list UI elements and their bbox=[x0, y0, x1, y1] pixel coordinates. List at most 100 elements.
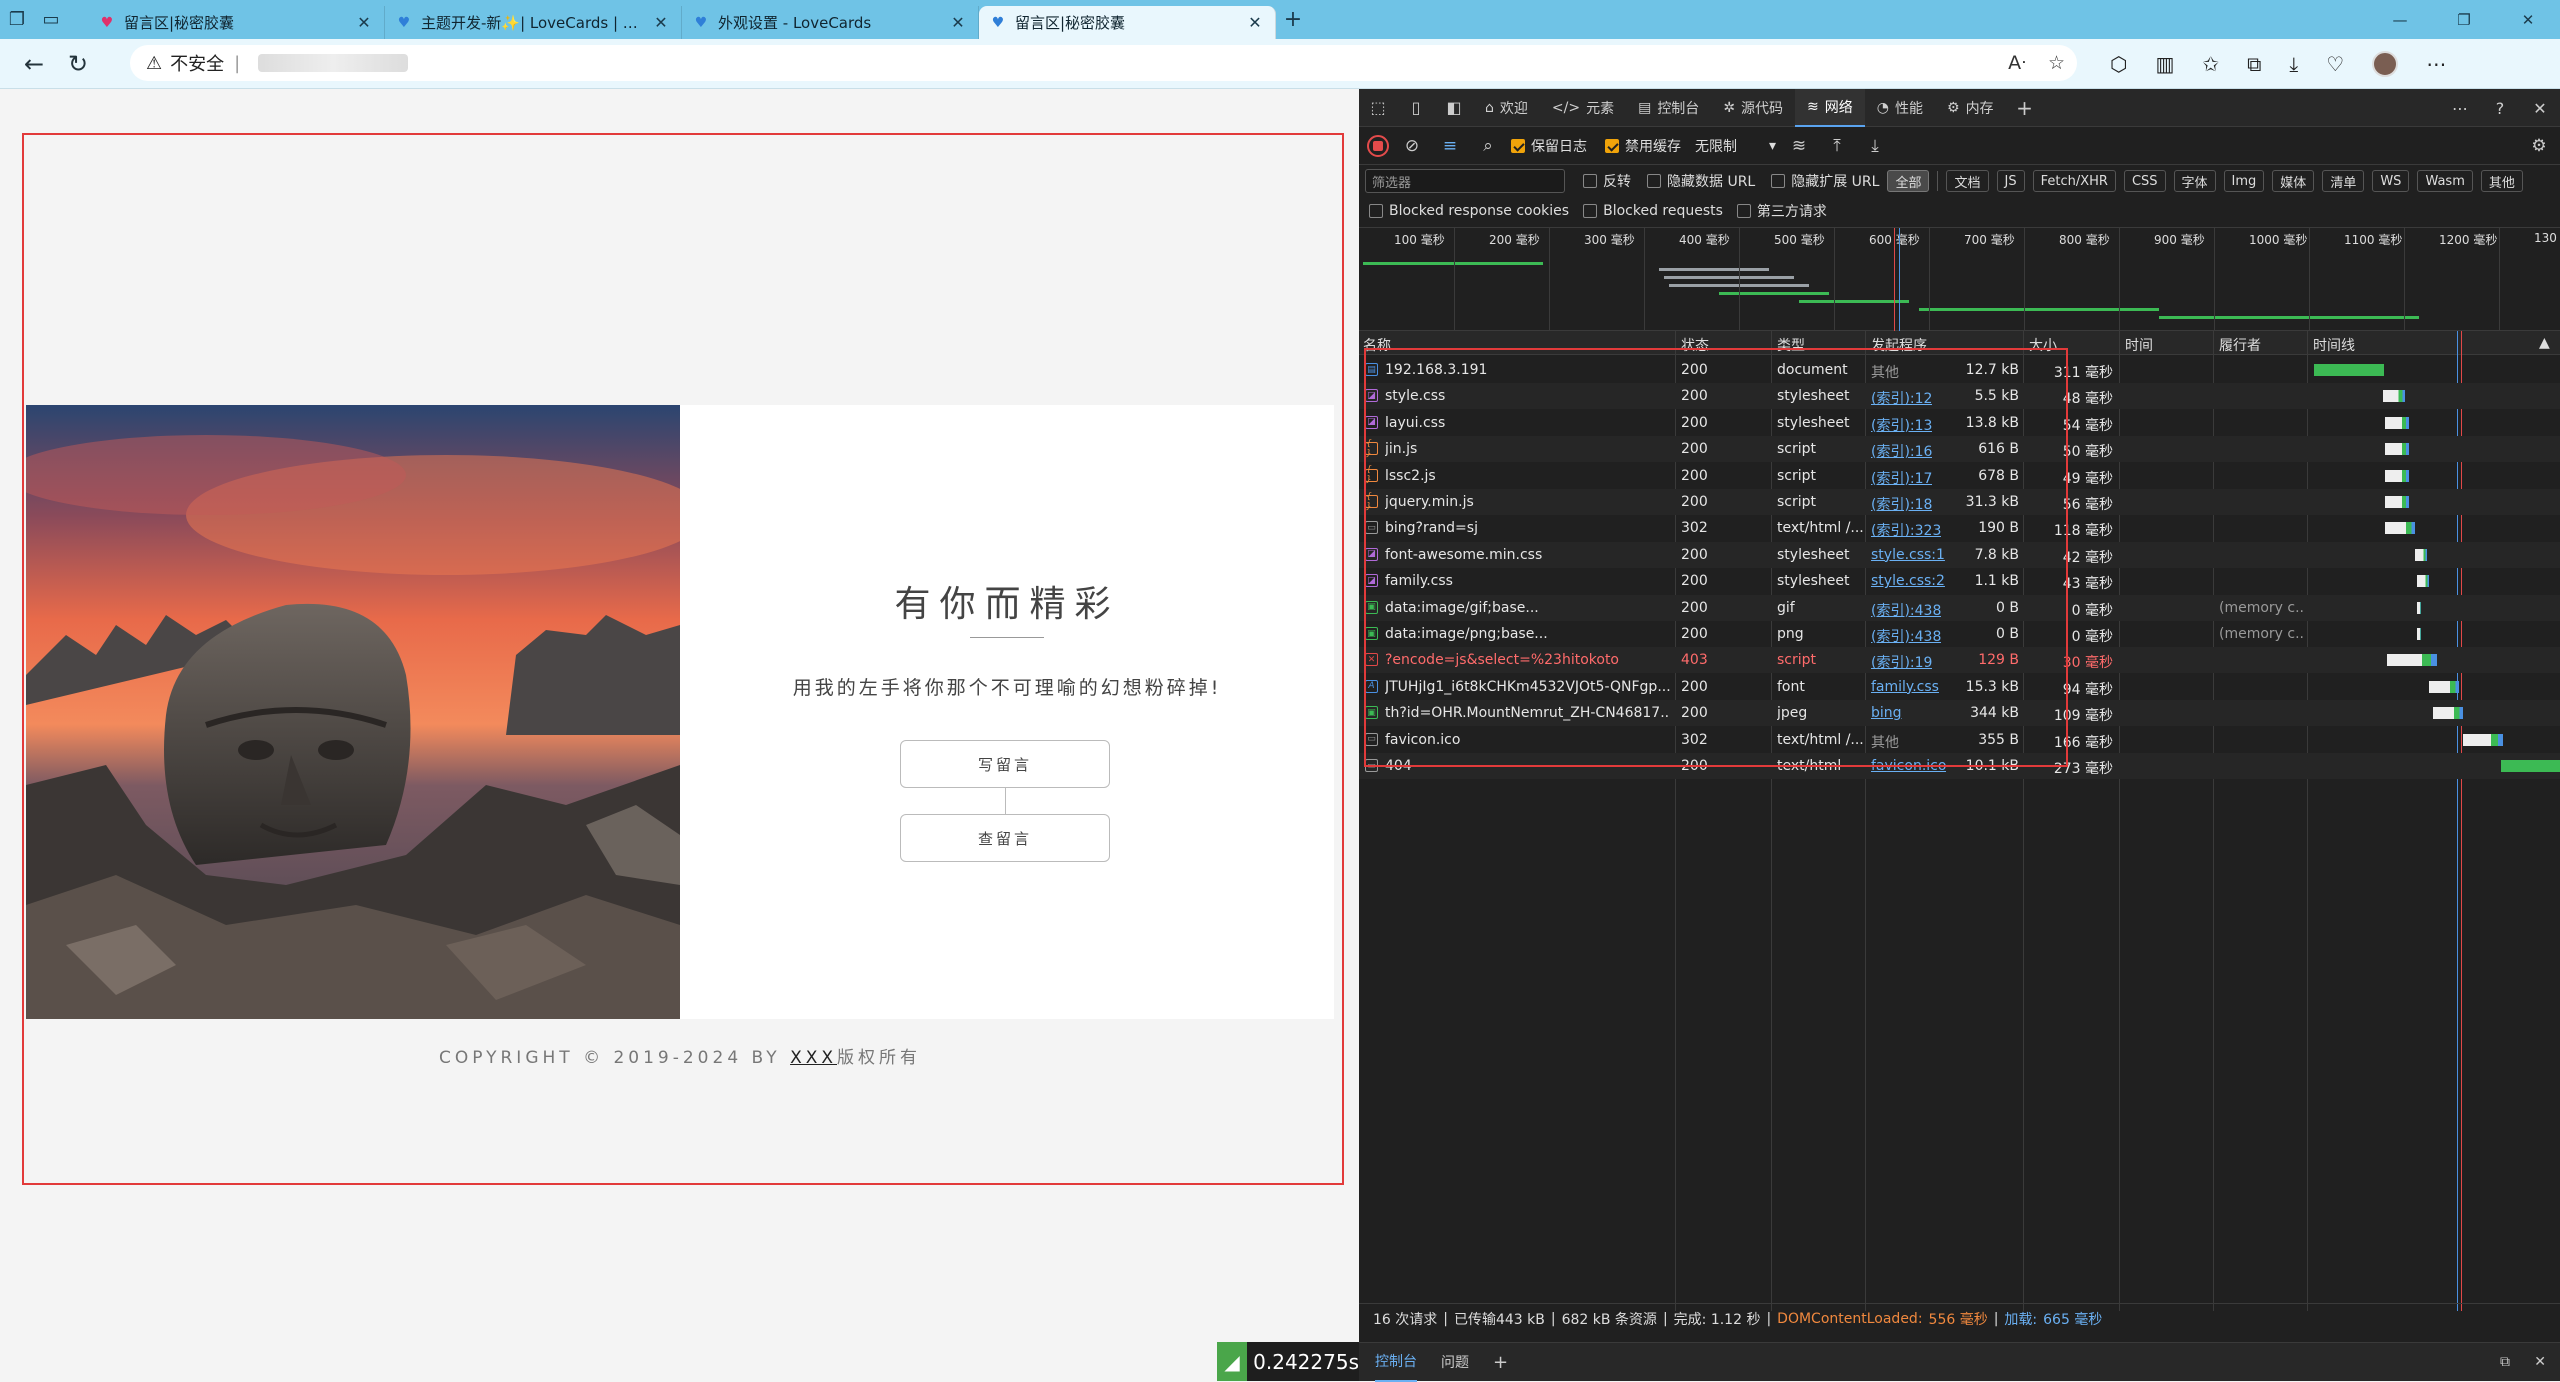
timeline-overview[interactable]: 100 毫秒 200 毫秒 300 毫秒 400 毫秒 500 毫秒 600 毫秒 700 … bbox=[1359, 227, 2560, 332]
col-waterfall[interactable]: 时间线 bbox=[2313, 335, 2355, 355]
performance-icon[interactable]: ♡ bbox=[2326, 52, 2344, 76]
timeline-tick-label: 300 毫秒 bbox=[1584, 233, 1635, 247]
close-tab-icon[interactable]: ✕ bbox=[1245, 13, 1265, 32]
checkbox-checked-icon bbox=[1511, 138, 1525, 153]
col-time[interactable]: 时间 bbox=[2125, 335, 2153, 355]
throttle-select[interactable]: 无限制 ▾ bbox=[1695, 136, 1776, 156]
back-icon[interactable]: ← bbox=[12, 39, 56, 89]
drawer-add-icon[interactable]: + bbox=[1493, 1352, 1508, 1373]
browser-tab-2[interactable]: ♥ 主题开发-新✨| LoveCards | 文档 ✕ bbox=[385, 6, 682, 39]
chip-wasm[interactable]: Wasm bbox=[2417, 170, 2473, 192]
new-tab-icon[interactable]: + bbox=[1276, 0, 1310, 39]
browser-tab-4-active[interactable]: ♥ 留言区|秘密胶囊 ✕ bbox=[979, 6, 1276, 39]
col-fulfilled[interactable]: 履行者 bbox=[2219, 335, 2261, 355]
tab-welcome[interactable]: ⌂ 欢迎 bbox=[1473, 89, 1540, 127]
load-label: 加载: bbox=[2004, 1311, 2038, 1328]
tab-sources[interactable]: ✲ 源代码 bbox=[1711, 89, 1795, 127]
dock-drawer-icon[interactable]: ⧉ bbox=[2500, 1354, 2510, 1370]
tab-memory[interactable]: ⚙ 内存 bbox=[1935, 89, 2006, 127]
close-drawer-icon[interactable]: ✕ bbox=[2534, 1354, 2546, 1370]
devtools-tabs: ⬚ ▯ ◧ ⌂ 欢迎 </> 元素 ▤ 控制台 ✲ 源代码 ≋ 网络 ◔ 性能 ⚙ 内存 + … bbox=[1359, 88, 2560, 127]
waterfall-bar bbox=[2463, 733, 2503, 746]
close-devtools-icon[interactable]: ✕ bbox=[2520, 89, 2560, 127]
tab-elements[interactable]: </> 元素 bbox=[1540, 89, 1626, 127]
close-window-icon[interactable]: ✕ bbox=[2496, 0, 2560, 39]
filter-input[interactable]: 筛选器 bbox=[1365, 169, 1565, 193]
collections-icon[interactable]: ⧉ bbox=[2247, 52, 2261, 76]
split-screen-icon[interactable]: ▥ bbox=[2155, 52, 2174, 76]
minimize-icon[interactable]: — bbox=[2368, 0, 2432, 39]
inspect-icon[interactable]: ⬚ bbox=[1359, 89, 1397, 127]
row-time: 30 毫秒 bbox=[2062, 655, 2113, 672]
chip-js[interactable]: JS bbox=[1996, 170, 2025, 192]
browser-tab-3[interactable]: ♥ 外观设置 - LoveCards ✕ bbox=[682, 6, 979, 39]
waterfall-bar bbox=[2314, 364, 2384, 376]
blocked-cookies-checkbox[interactable]: Blocked response cookies bbox=[1369, 203, 1569, 219]
workspaces-icon[interactable]: ❐ bbox=[0, 0, 34, 39]
browser-tab-1[interactable]: ♥ 留言区|秘密胶囊 ✕ bbox=[88, 6, 385, 39]
view-messages-button[interactable]: 查留言 bbox=[900, 814, 1110, 862]
tab-network[interactable]: ≋ 网络 bbox=[1795, 88, 1865, 127]
checkbox-label: Blocked response cookies bbox=[1389, 203, 1570, 219]
chip-css[interactable]: CSS bbox=[2123, 170, 2166, 192]
export-har-icon[interactable]: ⤓ bbox=[1860, 131, 1890, 161]
close-tab-icon[interactable]: ✕ bbox=[948, 13, 968, 32]
disable-cache-checkbox[interactable]: 禁用缓存 bbox=[1605, 136, 1681, 156]
drawer-tab-console[interactable]: 控制台 bbox=[1375, 1342, 1417, 1382]
downloads-icon[interactable]: ⤓ bbox=[2289, 52, 2298, 76]
chip-font[interactable]: 字体 bbox=[2173, 170, 2216, 192]
chip-ws[interactable]: WS bbox=[2372, 170, 2410, 192]
close-tab-icon[interactable]: ✕ bbox=[354, 13, 374, 32]
tab-title: 外观设置 - LoveCards bbox=[718, 14, 872, 32]
row-fulfilled: (memory c... bbox=[2219, 626, 2305, 642]
chip-all[interactable]: 全部 bbox=[1887, 170, 1930, 192]
third-party-checkbox[interactable]: 第三方请求 bbox=[1736, 201, 1827, 221]
invert-checkbox[interactable]: 反转 bbox=[1583, 171, 1631, 191]
row-time: 48 毫秒 bbox=[2062, 391, 2113, 408]
favorites-icon[interactable]: ✩ bbox=[2202, 52, 2219, 76]
chip-manifest[interactable]: 清单 bbox=[2322, 170, 2365, 192]
record-button[interactable] bbox=[1367, 134, 1389, 157]
search-icon[interactable]: ⌕ bbox=[1473, 131, 1503, 161]
tab-console[interactable]: ▤ 控制台 bbox=[1626, 89, 1711, 127]
hero-photo bbox=[26, 405, 680, 1019]
import-har-icon[interactable]: ⤒ bbox=[1822, 131, 1852, 161]
add-tab-icon[interactable]: + bbox=[2006, 89, 2044, 127]
chip-fetch[interactable]: Fetch/XHR bbox=[2032, 170, 2116, 192]
read-aloud-icon[interactable]: Aᐧ bbox=[2008, 52, 2026, 74]
tab-actions-icon[interactable]: ▭ bbox=[34, 0, 68, 39]
help-icon[interactable]: ? bbox=[2480, 89, 2520, 127]
chip-img[interactable]: Img bbox=[2223, 170, 2265, 192]
write-message-button[interactable]: 写留言 bbox=[900, 740, 1110, 788]
hide-extension-url-checkbox[interactable]: 隐藏扩展 URL bbox=[1771, 171, 1879, 191]
settings-gear-icon[interactable]: ⚙ bbox=[2524, 131, 2554, 161]
tab-label: 网络 bbox=[1824, 99, 1853, 116]
preserve-log-checkbox[interactable]: 保留日志 bbox=[1511, 136, 1587, 156]
refresh-icon[interactable]: ↻ bbox=[56, 39, 100, 89]
dock-icon[interactable]: ◧ bbox=[1435, 89, 1473, 127]
more-options-icon[interactable]: ⋯ bbox=[2440, 89, 2480, 127]
avatar[interactable] bbox=[2372, 51, 2399, 77]
sort-up-icon[interactable]: ▲ bbox=[2539, 335, 2550, 351]
restore-icon[interactable]: ❐ bbox=[2432, 0, 2496, 39]
tab-performance[interactable]: ◔ 性能 bbox=[1865, 89, 1935, 127]
favorite-star-icon[interactable]: ☆ bbox=[2048, 52, 2065, 74]
device-toolbar-icon[interactable]: ▯ bbox=[1397, 89, 1435, 127]
copyright-owner-link[interactable]: XXX bbox=[790, 1048, 837, 1068]
clear-icon[interactable]: ⊘ bbox=[1397, 131, 1427, 161]
timeline-tick-label: 700 毫秒 bbox=[1964, 233, 2015, 247]
url-field[interactable]: ⚠ 不安全 | Aᐧ ☆ bbox=[130, 45, 2077, 81]
chip-doc[interactable]: 文档 bbox=[1946, 170, 1989, 192]
hide-data-url-checkbox[interactable]: 隐藏数据 URL bbox=[1647, 171, 1755, 191]
close-tab-icon[interactable]: ✕ bbox=[651, 13, 671, 32]
chip-other[interactable]: 其他 bbox=[2480, 170, 2523, 192]
chip-media[interactable]: 媒体 bbox=[2272, 170, 2315, 192]
network-conditions-icon[interactable]: ≋ bbox=[1784, 131, 1814, 161]
checkbox-icon bbox=[1583, 174, 1597, 188]
tab-label: 欢迎 bbox=[1499, 100, 1528, 117]
drawer-tab-issues[interactable]: 问题 bbox=[1441, 1352, 1469, 1372]
blocked-requests-checkbox[interactable]: Blocked requests bbox=[1583, 203, 1723, 219]
more-menu-icon[interactable]: ⋯ bbox=[2426, 52, 2446, 76]
filter-toggle-icon[interactable]: ≡ bbox=[1435, 131, 1465, 161]
extensions-icon[interactable]: ⬡ bbox=[2110, 52, 2127, 76]
